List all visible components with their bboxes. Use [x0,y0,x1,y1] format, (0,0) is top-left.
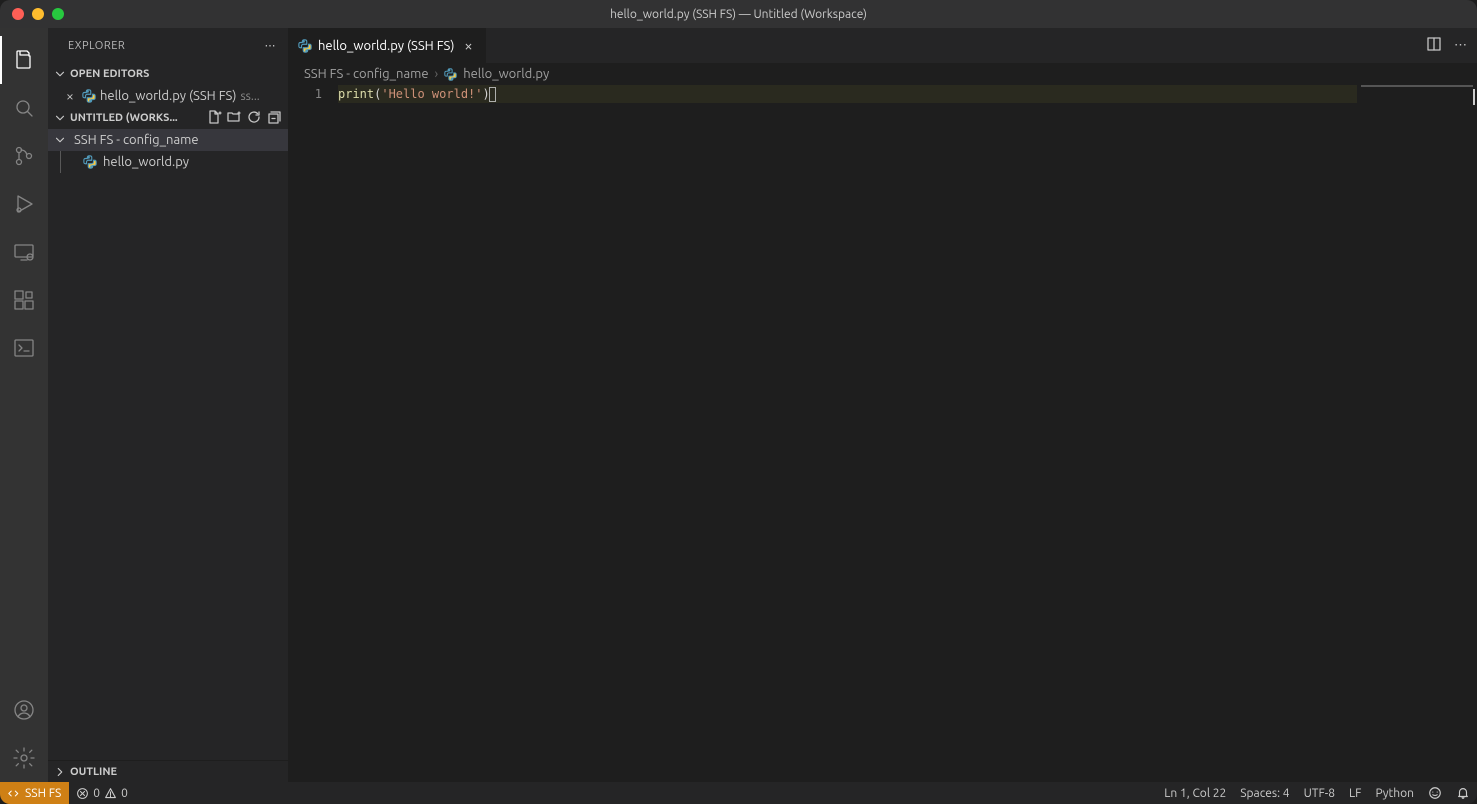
outline-section[interactable]: OUTLINE [48,760,288,782]
encoding-status[interactable]: UTF-8 [1297,782,1342,804]
window-title: hello_world.py (SSH FS) — Untitled (Work… [0,8,1477,21]
extensions-icon[interactable] [0,276,48,324]
scroll-indicator [1473,89,1475,105]
sidebar-title: EXPLORER ⋯ [48,28,288,63]
vscode-window: hello_world.py (SSH FS) — Untitled (Work… [0,0,1477,804]
close-window-button[interactable] [12,8,24,20]
source-control-icon[interactable] [0,132,48,180]
chevron-down-icon [52,132,68,148]
accounts-icon[interactable] [0,686,48,734]
remote-status[interactable]: SSH FS [0,782,69,804]
sidebar-more-icon[interactable]: ⋯ [265,39,277,52]
minimap[interactable] [1357,85,1477,782]
eol-status[interactable]: LF [1342,782,1368,804]
editor-area: hello_world.py (SSH FS) × ⋯ SSH FS - con… [288,28,1477,782]
new-file-icon[interactable] [206,109,222,128]
chevron-right-icon [52,764,68,780]
notifications-icon[interactable] [1449,782,1477,804]
chevron-right-icon: › [435,67,439,81]
settings-gear-icon[interactable] [0,734,48,782]
collapse-all-icon[interactable] [266,109,282,128]
problems-status[interactable]: 0 0 [69,782,135,804]
more-actions-icon[interactable]: ⋯ [1454,38,1467,53]
sidebar: EXPLORER ⋯ OPEN EDITORS × hello_world.py… [48,28,288,782]
chevron-down-icon [52,66,68,82]
breadcrumbs[interactable]: SSH FS - config_name › hello_world.py [288,63,1477,85]
terminal-icon[interactable] [0,324,48,372]
remote-explorer-icon[interactable] [0,228,48,276]
open-editor-item[interactable]: × hello_world.py (SSH FS) ss... [48,85,288,107]
python-file-icon [82,89,96,103]
text-cursor [489,87,496,102]
refresh-icon[interactable] [246,109,262,128]
code-line[interactable]: print('Hello world!') [338,85,1357,103]
folder-row[interactable]: SSH FS - config_name [48,129,288,151]
maximize-window-button[interactable] [52,8,64,20]
window-controls [0,8,64,20]
close-tab-icon[interactable]: × [460,38,476,54]
split-editor-icon[interactable] [1426,36,1442,55]
editor-tab[interactable]: hello_world.py (SSH FS) × [288,28,487,63]
breadcrumb-folder[interactable]: SSH FS - config_name [304,67,429,81]
workspace-section[interactable]: UNTITLED (WORKS... [48,107,288,129]
python-file-icon [83,155,97,169]
file-row[interactable]: hello_world.py [60,151,288,173]
editor-tabs: hello_world.py (SSH FS) × ⋯ [288,28,1477,63]
run-debug-icon[interactable] [0,180,48,228]
activity-bar [0,28,48,782]
indentation-status[interactable]: Spaces: 4 [1233,782,1296,804]
python-file-icon [444,68,457,81]
new-folder-icon[interactable] [226,109,242,128]
titlebar: hello_world.py (SSH FS) — Untitled (Work… [0,0,1477,28]
breadcrumb-file[interactable]: hello_world.py [463,67,549,81]
code-editor[interactable]: 1 print('Hello world!') [288,85,1477,782]
search-icon[interactable] [0,84,48,132]
python-file-icon [298,39,312,53]
chevron-down-icon [52,110,68,126]
explorer-icon[interactable] [0,36,48,84]
close-icon[interactable]: × [62,88,78,104]
status-bar: SSH FS 0 0 Ln 1, Col 22 Spaces: 4 UTF-8 … [0,782,1477,804]
feedback-icon[interactable] [1421,782,1449,804]
language-status[interactable]: Python [1368,782,1421,804]
open-editors-section[interactable]: OPEN EDITORS [48,63,288,85]
line-gutter: 1 [288,85,338,782]
minimize-window-button[interactable] [32,8,44,20]
cursor-position[interactable]: Ln 1, Col 22 [1157,782,1233,804]
